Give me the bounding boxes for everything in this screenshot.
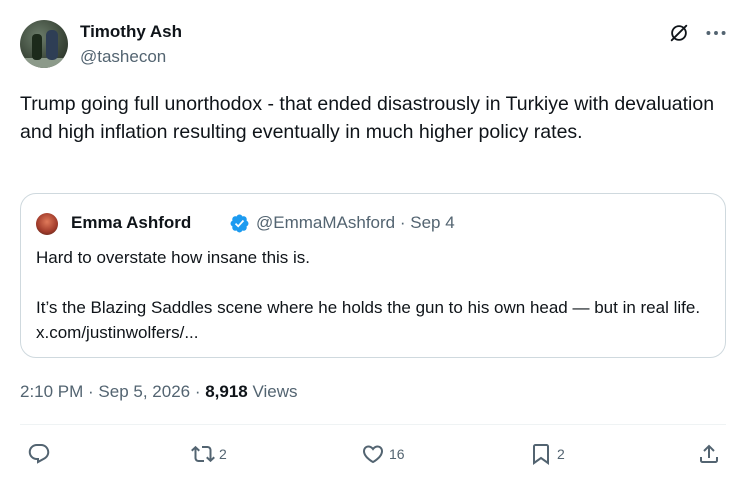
- views-label: Views: [247, 382, 298, 401]
- share-button[interactable]: [697, 441, 721, 467]
- tweet-text: Trump going full unorthodox - that ended…: [20, 93, 715, 143]
- bookmark-count: 2: [557, 446, 565, 462]
- repost-icon: [191, 445, 215, 463]
- verified-badge-icon: [230, 214, 249, 233]
- grok-icon[interactable]: [668, 22, 690, 44]
- like-button[interactable]: 16: [361, 441, 405, 467]
- tweet-card: Timothy Ash @tashecon Trump going full u…: [0, 0, 749, 481]
- quote-author-handle-date[interactable]: @EmmaMAshford · Sep 4: [256, 213, 455, 233]
- quote-author-avatar[interactable]: [36, 213, 58, 235]
- reply-button[interactable]: [27, 441, 55, 467]
- tweet-timestamp: 2:10 PM · Sep 5, 2026 · 8,918 Views: [20, 382, 298, 402]
- bookmark-icon: [533, 444, 549, 465]
- time-date[interactable]: 2:10 PM · Sep 5, 2026 ·: [20, 382, 205, 401]
- views-count: 8,918: [205, 382, 248, 401]
- divider: [20, 424, 726, 425]
- like-count: 16: [389, 446, 405, 462]
- like-icon: [362, 445, 384, 464]
- share-icon: [700, 444, 718, 463]
- quote-text-line1: Hard to overstate how insane this is.: [36, 248, 311, 267]
- reply-icon: [28, 444, 50, 464]
- quote-author-name[interactable]: Emma Ashford: [71, 213, 191, 233]
- author-avatar[interactable]: [20, 20, 68, 68]
- more-icon[interactable]: [703, 20, 729, 46]
- quote-text: Hard to overstate how insane this is. It…: [36, 245, 716, 345]
- repost-button[interactable]: 2: [191, 441, 227, 467]
- bookmark-button[interactable]: 2: [529, 441, 565, 467]
- author-handle[interactable]: @tashecon: [80, 47, 166, 67]
- quote-text-line2: It’s the Blazing Saddles scene where he …: [36, 298, 701, 342]
- quoted-tweet[interactable]: Emma Ashford @EmmaMAshford · Sep 4 Hard …: [20, 193, 726, 358]
- author-name[interactable]: Timothy Ash: [80, 22, 182, 42]
- repost-count: 2: [219, 446, 227, 462]
